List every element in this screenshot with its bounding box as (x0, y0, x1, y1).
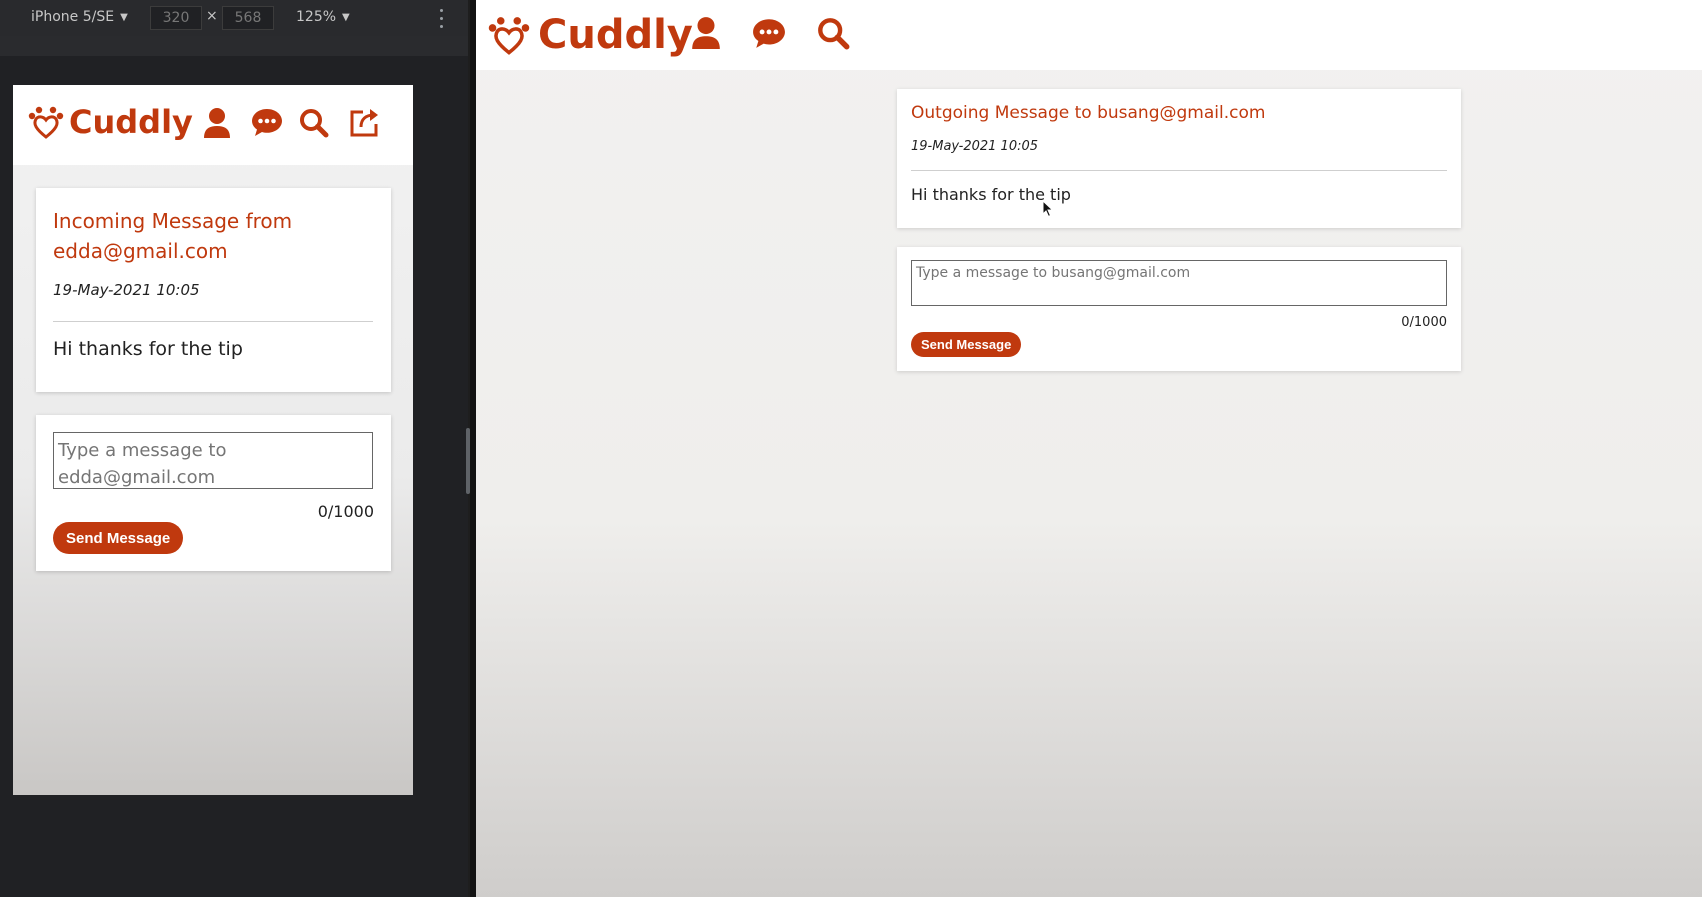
profile-icon[interactable] (203, 107, 231, 139)
message-title: Outgoing Message to busang@gmail.com (911, 103, 1266, 123)
zoom-select[interactable]: 125% ▼ (296, 9, 350, 25)
app-name: Cuddly (538, 12, 693, 58)
chevron-down-icon: ▼ (342, 11, 350, 23)
desktop-viewport: Cuddly Outgoing Message to busang@gmail.… (476, 0, 1702, 897)
reply-card: 0/1000 Send Message (36, 415, 391, 571)
search-icon[interactable] (299, 108, 329, 138)
message-body: Hi thanks for the tip (53, 338, 243, 360)
logo[interactable]: Cuddly (486, 12, 693, 58)
messages-icon[interactable] (752, 17, 786, 49)
devtools-device-pane: iPhone 5/SE ▼ 320 × 568 125% ▼ Cuddly In… (0, 0, 468, 897)
device-toolbar: iPhone 5/SE ▼ 320 × 568 125% ▼ (0, 0, 468, 36)
app-name: Cuddly (69, 103, 193, 141)
device-select[interactable]: iPhone 5/SE ▼ (31, 9, 128, 25)
paw-heart-icon (488, 17, 530, 55)
divider (53, 321, 373, 322)
height-input[interactable]: 568 (222, 6, 274, 30)
logout-icon[interactable] (349, 106, 381, 138)
chevron-down-icon: ▼ (120, 11, 128, 23)
send-message-button[interactable]: Send Message (53, 522, 184, 554)
mobile-viewport: Cuddly Incoming Message from edda@gmail.… (13, 85, 413, 795)
message-card: Outgoing Message to busang@gmail.com 19-… (897, 89, 1461, 228)
message-card: Incoming Message from edda@gmail.com 19-… (36, 188, 391, 392)
mobile-header: Cuddly (13, 85, 413, 165)
reply-card: 0/1000 Send Message (897, 247, 1461, 371)
profile-icon[interactable] (691, 16, 721, 50)
message-date: 19-May-2021 10:05 (911, 139, 1039, 154)
dimension-separator: × (206, 8, 218, 24)
message-date: 19-May-2021 10:05 (53, 281, 200, 299)
width-input[interactable]: 320 (150, 6, 202, 30)
send-message-button[interactable]: Send Message (911, 332, 1022, 357)
device-name: iPhone 5/SE (31, 9, 115, 25)
devtools-subbar (0, 36, 468, 56)
more-options-icon[interactable] (434, 6, 448, 30)
message-input[interactable] (911, 260, 1447, 306)
divider (911, 170, 1447, 171)
logo[interactable]: Cuddly (27, 103, 193, 141)
message-title: Incoming Message from edda@gmail.com (53, 209, 293, 263)
character-count: 0/1000 (1401, 315, 1447, 330)
messages-icon[interactable] (251, 107, 283, 137)
zoom-level: 125% (296, 9, 337, 25)
mouse-cursor-icon (1042, 200, 1054, 218)
character-count: 0/1000 (317, 502, 374, 521)
search-icon[interactable] (817, 17, 850, 50)
desktop-header: Cuddly (476, 0, 1702, 70)
message-input[interactable] (53, 432, 373, 489)
paw-heart-icon (28, 106, 64, 139)
